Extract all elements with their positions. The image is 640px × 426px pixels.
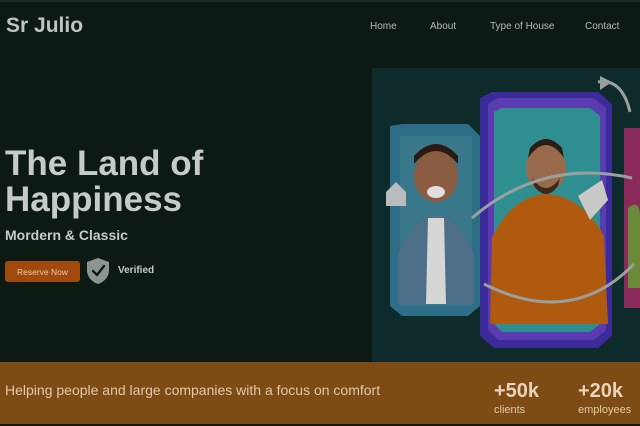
stat-employees-label: employees [578, 404, 632, 416]
hero-illustration [372, 68, 640, 362]
nav-home[interactable]: Home [370, 21, 397, 32]
nav-type-of-house[interactable]: Type of House [490, 21, 554, 32]
people-collage-image [372, 68, 640, 362]
stat-employees-value: +20k [578, 380, 624, 402]
verified-label: Verified [118, 265, 155, 276]
hero-title-line-1: The Land of [5, 144, 204, 183]
verified-shield-icon [87, 258, 109, 284]
tagline: Helping people and large companies with … [5, 382, 381, 398]
nav-contact[interactable]: Contact [585, 21, 619, 32]
reserve-now-button[interactable]: Reserve Now [5, 261, 80, 282]
stat-clients-label: clients [494, 404, 526, 416]
stat-clients-value: +50k [494, 380, 540, 402]
hero-title: The Land of Happiness [5, 146, 203, 218]
top-border [0, 0, 640, 2]
hero-title-line-2: Happiness [5, 180, 182, 219]
brand-logo[interactable]: Sr Julio [6, 14, 83, 38]
nav-about[interactable]: About [430, 21, 456, 32]
hero-subtitle: Mordern & Classic [5, 227, 128, 243]
